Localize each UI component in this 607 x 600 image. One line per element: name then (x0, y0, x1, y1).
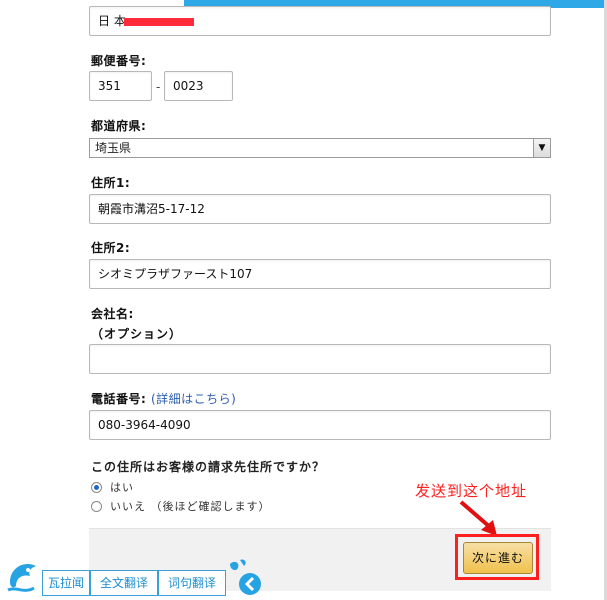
redaction-mark (123, 17, 194, 26)
collapse-toolbar-icon[interactable] (226, 558, 264, 598)
postal-code-part2-value: 0023 (173, 79, 204, 93)
postal-code-separator: - (156, 80, 161, 94)
address1-value: 朝霞市溝沼5-17-12 (98, 202, 205, 216)
address1-label: 住所1: (91, 176, 131, 190)
address2-label: 住所2: (91, 241, 131, 255)
postal-code-part1-field[interactable]: 351 (89, 71, 152, 101)
dolphin-logo-icon[interactable] (4, 556, 44, 598)
prefecture-select[interactable]: 埼玉県 ▼ (89, 138, 551, 158)
translate-full-text-button[interactable]: 全文翻译 (90, 570, 158, 596)
phone-value: 080-3964-4090 (98, 418, 191, 432)
next-button[interactable]: 次に進む (463, 542, 533, 574)
phone-label-row: 電話番号: (詳細はこちら) (91, 390, 236, 407)
chevron-down-icon[interactable]: ▼ (533, 139, 550, 157)
billing-option-yes-label: はい (110, 481, 134, 494)
company-label: 会社名: (91, 307, 134, 321)
phone-field[interactable]: 080-3964-4090 (89, 410, 551, 440)
radio-unselected[interactable] (91, 501, 102, 512)
annotation-arrow-icon (459, 500, 497, 536)
address2-value: シオミプラザファースト107 (98, 267, 253, 281)
postal-code-part2-field[interactable]: 0023 (164, 71, 233, 101)
billing-question: この住所はお客様の請求先住所ですか？ (91, 460, 326, 474)
name-value: 日 本 (98, 14, 126, 28)
postal-code-part1-value: 351 (98, 79, 121, 93)
billing-option-no[interactable]: いいえ （後ほど確認します） (91, 498, 271, 514)
company-field[interactable] (89, 344, 551, 374)
prefecture-label: 都道府県: (91, 119, 147, 133)
address1-field[interactable]: 朝霞市溝沼5-17-12 (89, 194, 551, 224)
translate-phrase-button[interactable]: 词句翻译 (158, 570, 226, 596)
company-optional-note: （オプション） (91, 327, 183, 341)
translator-home-button[interactable]: 瓦拉闻 (42, 570, 90, 596)
postal-code-label: 郵便番号: (91, 54, 147, 68)
address2-field[interactable]: シオミプラザファースト107 (89, 259, 551, 289)
prefecture-selected-value: 埼玉県 (95, 141, 132, 155)
phone-label: 電話番号: (91, 392, 147, 406)
phone-details-link[interactable]: (詳細はこちら) (151, 392, 236, 406)
billing-option-no-label: いいえ （後ほど確認します） (110, 500, 271, 513)
radio-selected[interactable] (91, 482, 102, 493)
name-field[interactable]: 日 本 (89, 6, 551, 36)
billing-option-yes[interactable]: はい (91, 479, 134, 495)
